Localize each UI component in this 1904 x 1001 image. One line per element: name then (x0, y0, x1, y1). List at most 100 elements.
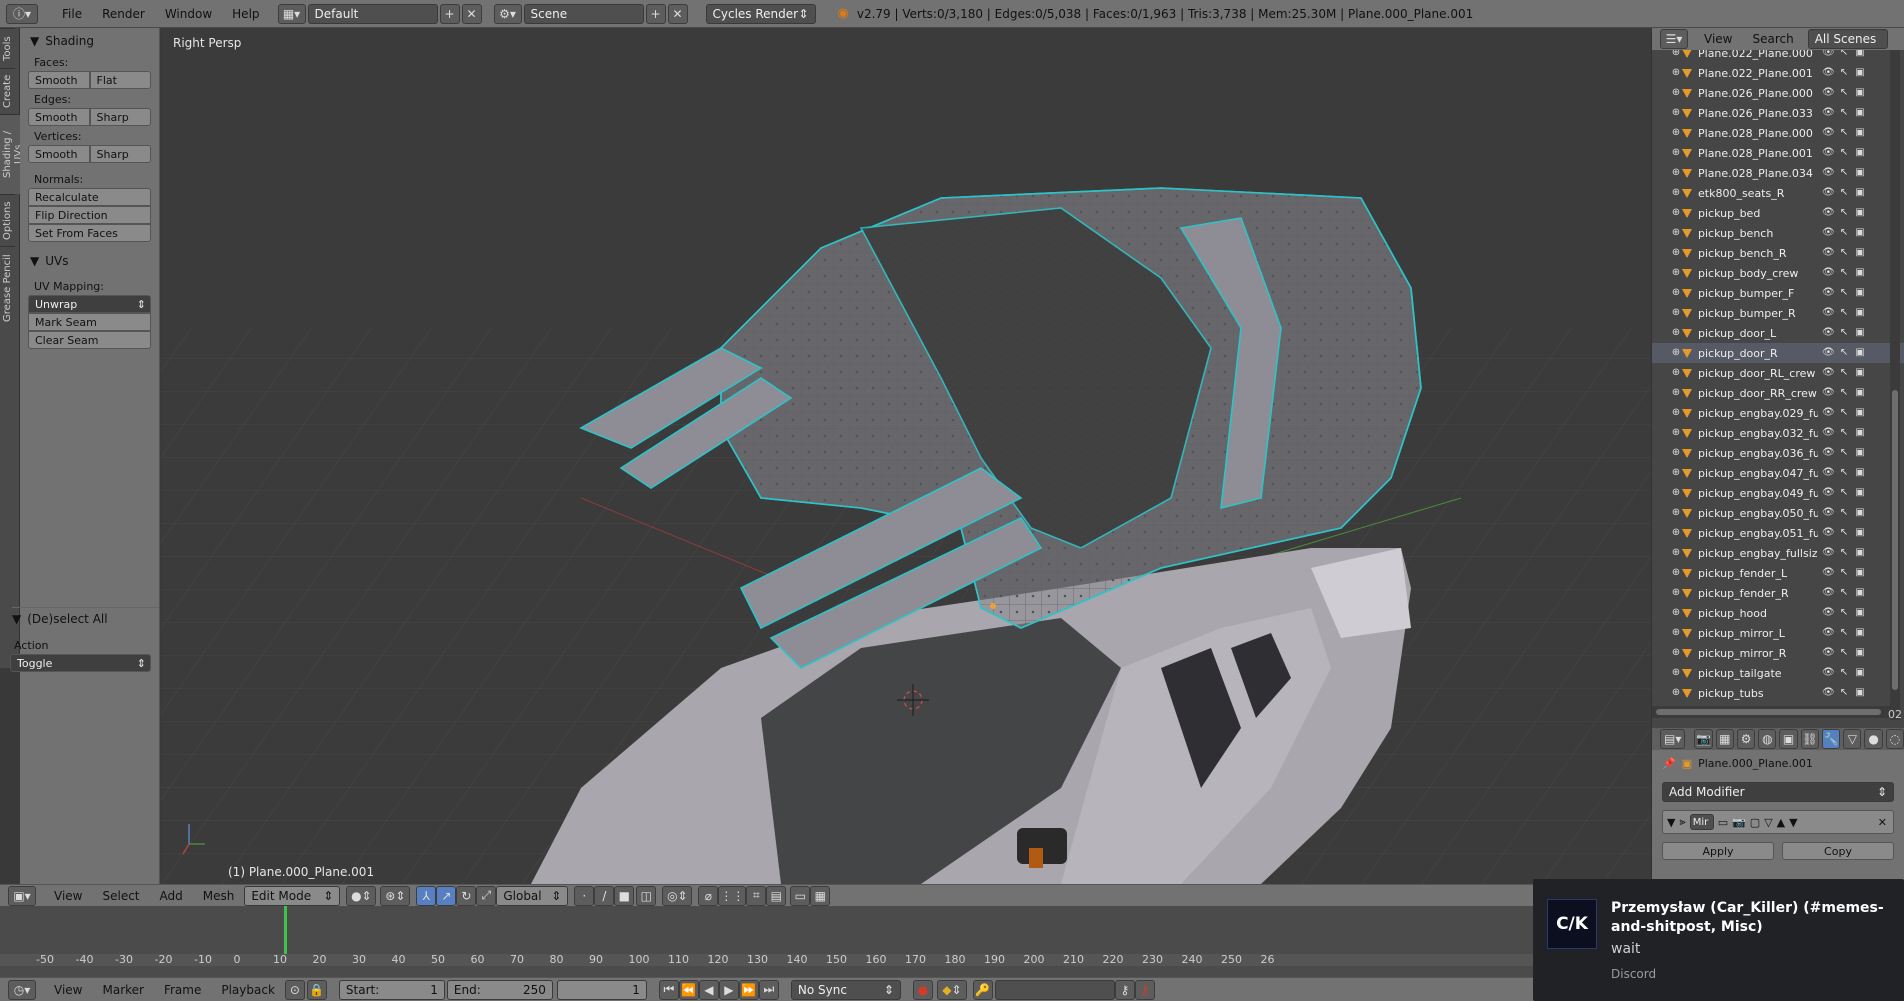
scene-tab-icon[interactable]: ⚙ (1736, 729, 1756, 749)
cursor-select-icon[interactable]: ↖ (1838, 567, 1850, 579)
render-visibility-icon[interactable]: ▣ (1854, 507, 1866, 519)
cursor-select-icon[interactable]: ↖ (1838, 687, 1850, 699)
menu-help[interactable]: Help (222, 7, 269, 21)
eye-icon[interactable]: 👁 (1822, 507, 1835, 519)
delete-keyframe-icon[interactable]: ⚷ (1134, 979, 1155, 1000)
edges-smooth-button[interactable]: Smooth (28, 108, 90, 126)
cursor-select-icon[interactable]: ↖ (1838, 387, 1850, 399)
expand-icon[interactable]: ⊕ (1670, 567, 1682, 579)
outliner-scroll-thumb[interactable] (1892, 390, 1898, 690)
menu-render[interactable]: Render (92, 7, 155, 21)
expand-icon[interactable]: ⊕ (1670, 507, 1682, 519)
outliner-item[interactable]: ⊕ Plane.026_Plane.000 👁 ↖ ▣ (1652, 83, 1904, 103)
expand-icon[interactable]: ⊕ (1670, 107, 1682, 119)
object-tab-icon[interactable]: ▣ (1779, 729, 1798, 749)
discord-notification[interactable]: C/K Przemysław (Car_Killer) (#memes-and-… (1533, 879, 1904, 1001)
outliner-item[interactable]: ⊕ pickup_bench 👁 ↖ ▣ (1652, 223, 1904, 243)
menu-view[interactable]: View (44, 889, 92, 903)
mark-seam-button[interactable]: Mark Seam (28, 313, 151, 331)
cursor-select-icon[interactable]: ↖ (1838, 667, 1850, 679)
snap-icon[interactable]: ⌀ (698, 885, 719, 906)
outliner-item[interactable]: ⊕ pickup_bumper_R 👁 ↖ ▣ (1652, 303, 1904, 323)
proportional-edit-icon[interactable]: ◎⇕ (662, 885, 693, 906)
outliner-item[interactable]: ⊕ pickup_mirror_L 👁 ↖ ▣ (1652, 623, 1904, 643)
world-tab-icon[interactable]: ◍ (1758, 729, 1777, 749)
collapse-arrow-icon[interactable]: ▼ (1667, 816, 1675, 829)
outliner-item[interactable]: ⊕ pickup_fender_R 👁 ↖ ▣ (1652, 583, 1904, 603)
outliner-item[interactable]: ⊕ Plane.026_Plane.033 👁 ↖ ▣ (1652, 103, 1904, 123)
expand-icon[interactable]: ⊕ (1670, 207, 1682, 219)
cursor-select-icon[interactable]: ↖ (1838, 107, 1850, 119)
translate-icon[interactable]: ↗ (436, 885, 457, 906)
expand-icon[interactable]: ⊕ (1670, 587, 1682, 599)
rotate-icon[interactable]: ↻ (456, 885, 477, 906)
shading-panel-header[interactable]: ▼ Shading (20, 30, 159, 52)
expand-icon[interactable]: ⊕ (1670, 447, 1682, 459)
cursor-select-icon[interactable]: ↖ (1838, 267, 1850, 279)
cursor-select-icon[interactable]: ↖ (1838, 487, 1850, 499)
jump-end-icon[interactable]: ⏭ (758, 979, 779, 1000)
editor-type-icon[interactable]: ⓘ▾ (6, 3, 38, 24)
render-tab-icon[interactable]: 📷 (1694, 729, 1713, 749)
move-up-icon[interactable]: ▲ (1777, 816, 1785, 829)
cursor-select-icon[interactable]: ↖ (1838, 207, 1850, 219)
modifiers-tab-icon[interactable]: 🔧 (1821, 729, 1841, 749)
material-tab-icon[interactable]: ● (1864, 729, 1883, 749)
eye-icon[interactable]: 👁 (1822, 447, 1835, 459)
render-visibility-icon[interactable]: ▣ (1854, 207, 1866, 219)
render-visibility-icon[interactable]: ▣ (1854, 687, 1866, 699)
outliner-panel[interactable]: ☰▾ View Search All Scenes ⊕ Plane.022_Pla… (1651, 28, 1904, 728)
eye-icon[interactable]: 👁 (1822, 187, 1835, 199)
cursor-select-icon[interactable]: ↖ (1838, 587, 1850, 599)
vertices-smooth-button[interactable]: Smooth (28, 145, 90, 163)
render-engine-select[interactable]: Cycles Render ⇕ (705, 3, 816, 24)
outliner-item[interactable]: ⊕ pickup_door_R 👁 ↖ ▣ (1652, 343, 1904, 363)
render-visibility-icon[interactable]: ▣ (1854, 50, 1866, 59)
render-visibility-icon[interactable]: ▣ (1854, 627, 1866, 639)
expand-icon[interactable]: ⊕ (1670, 287, 1682, 299)
keying-set-field[interactable] (994, 979, 1115, 1000)
uvs-panel-header[interactable]: ▼ UVs (20, 250, 159, 272)
render-visibility-icon[interactable]: ▣ (1854, 327, 1866, 339)
sync-select[interactable]: No Sync ⇕ (790, 979, 901, 1000)
cursor-select-icon[interactable]: ↖ (1838, 87, 1850, 99)
outliner-item[interactable]: ⊕ pickup_engbay.049_ful 👁 ↖ ▣ (1652, 483, 1904, 503)
expand-icon[interactable]: ⊕ (1670, 367, 1682, 379)
expand-icon[interactable]: ⊕ (1670, 407, 1682, 419)
cursor-select-icon[interactable]: ↖ (1838, 227, 1850, 239)
expand-icon[interactable]: ⊕ (1670, 487, 1682, 499)
eye-icon[interactable]: 👁 (1822, 627, 1835, 639)
pivot-point-icon[interactable]: ⊛⇕ (380, 885, 411, 906)
outliner-item[interactable]: ⊕ pickup_door_RR_crew 👁 ↖ ▣ (1652, 383, 1904, 403)
edge-select-icon[interactable]: / (594, 885, 615, 906)
render-visibility-icon[interactable]: ▣ (1854, 487, 1866, 499)
expand-icon[interactable]: ⊕ (1670, 87, 1682, 99)
jump-start-icon[interactable]: ⏮ (658, 979, 679, 1000)
render-visibility-icon[interactable]: ▣ (1854, 347, 1866, 359)
expand-icon[interactable]: ⊕ (1670, 427, 1682, 439)
insert-keyframe-icon[interactable]: ⚷ (1114, 979, 1135, 1000)
eye-icon[interactable]: 👁 (1822, 427, 1835, 439)
viewport-shading-icon[interactable]: ●⇕ (346, 885, 377, 906)
apply-button[interactable]: Apply (1662, 842, 1774, 860)
record-icon[interactable]: ● (912, 979, 933, 1000)
outliner-item[interactable]: ⊕ Plane.028_Plane.000 👁 ↖ ▣ (1652, 123, 1904, 143)
cursor-select-icon[interactable]: ↖ (1838, 427, 1850, 439)
recalculate-button[interactable]: Recalculate (28, 188, 151, 206)
menu-playback[interactable]: Playback (211, 983, 285, 997)
cursor-select-icon[interactable]: ↖ (1838, 367, 1850, 379)
faces-flat-button[interactable]: Flat (89, 71, 151, 89)
expand-icon[interactable]: ⊕ (1670, 647, 1682, 659)
tab-grease-pencil[interactable]: Grease Pencil (0, 246, 15, 330)
outliner-item[interactable]: ⊕ pickup_engbay_fullsize 👁 ↖ ▣ (1652, 543, 1904, 563)
eye-icon[interactable]: 👁 (1822, 367, 1835, 379)
display-mode-select[interactable]: All Scenes (1807, 29, 1888, 49)
outliner-item[interactable]: ⊕ etk800_seats_R 👁 ↖ ▣ (1652, 183, 1904, 203)
tab-options[interactable]: Options (0, 194, 15, 246)
cursor-select-icon[interactable]: ↖ (1838, 547, 1850, 559)
eye-icon[interactable]: 👁 (1822, 107, 1835, 119)
render-visibility-icon[interactable]: ▣ (1854, 527, 1866, 539)
eye-icon[interactable]: 👁 (1822, 287, 1835, 299)
expand-icon[interactable]: ⊕ (1670, 267, 1682, 279)
keying-set-icon[interactable]: ◆ ⇕ (936, 979, 967, 1000)
